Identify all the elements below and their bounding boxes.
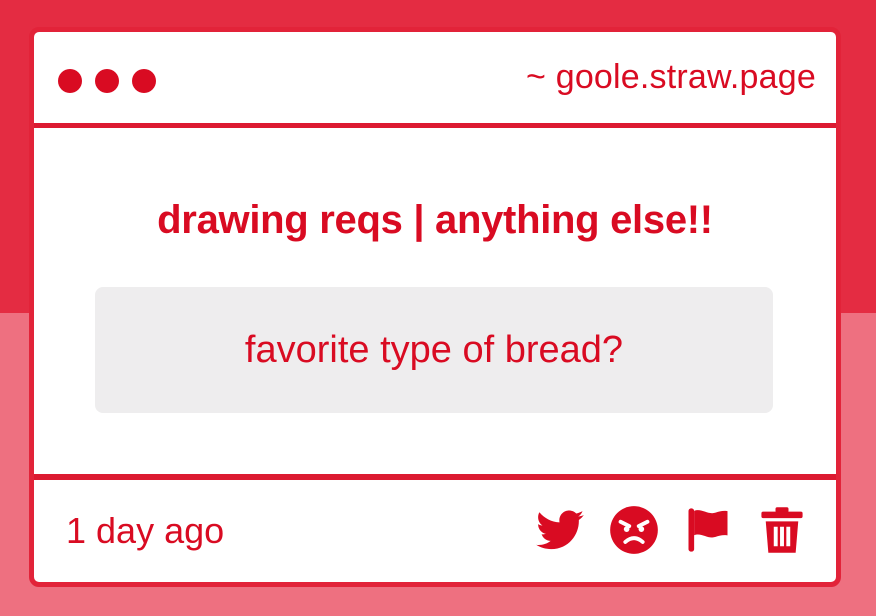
trash-icon xyxy=(761,507,803,553)
question-text: favorite type of bread? xyxy=(244,328,624,371)
timestamp: 1 day ago xyxy=(66,510,225,551)
flag-icon xyxy=(688,508,728,552)
angry-face-icon xyxy=(610,506,658,554)
report-angry-button[interactable] xyxy=(608,504,660,556)
page-url[interactable]: ~ goole.straw.page xyxy=(526,58,816,97)
window-dot xyxy=(58,69,82,93)
window-titlebar: ~ goole.straw.page xyxy=(34,32,836,128)
card-content: drawing reqs | anything else!! favorite … xyxy=(34,128,836,476)
question-box: favorite type of bread? xyxy=(95,287,773,413)
question-card: ~ goole.straw.page drawing reqs | anythi… xyxy=(29,27,841,587)
card-footer: 1 day ago xyxy=(34,474,836,582)
twitter-share-button[interactable] xyxy=(534,504,586,556)
twitter-bird-icon xyxy=(536,510,584,550)
window-dot xyxy=(95,69,119,93)
action-bar xyxy=(512,504,808,556)
delete-button[interactable] xyxy=(756,504,808,556)
window-dots xyxy=(58,69,156,93)
window-dot xyxy=(132,69,156,93)
report-flag-button[interactable] xyxy=(682,504,734,556)
page-title: drawing reqs | anything else!! xyxy=(157,198,713,242)
